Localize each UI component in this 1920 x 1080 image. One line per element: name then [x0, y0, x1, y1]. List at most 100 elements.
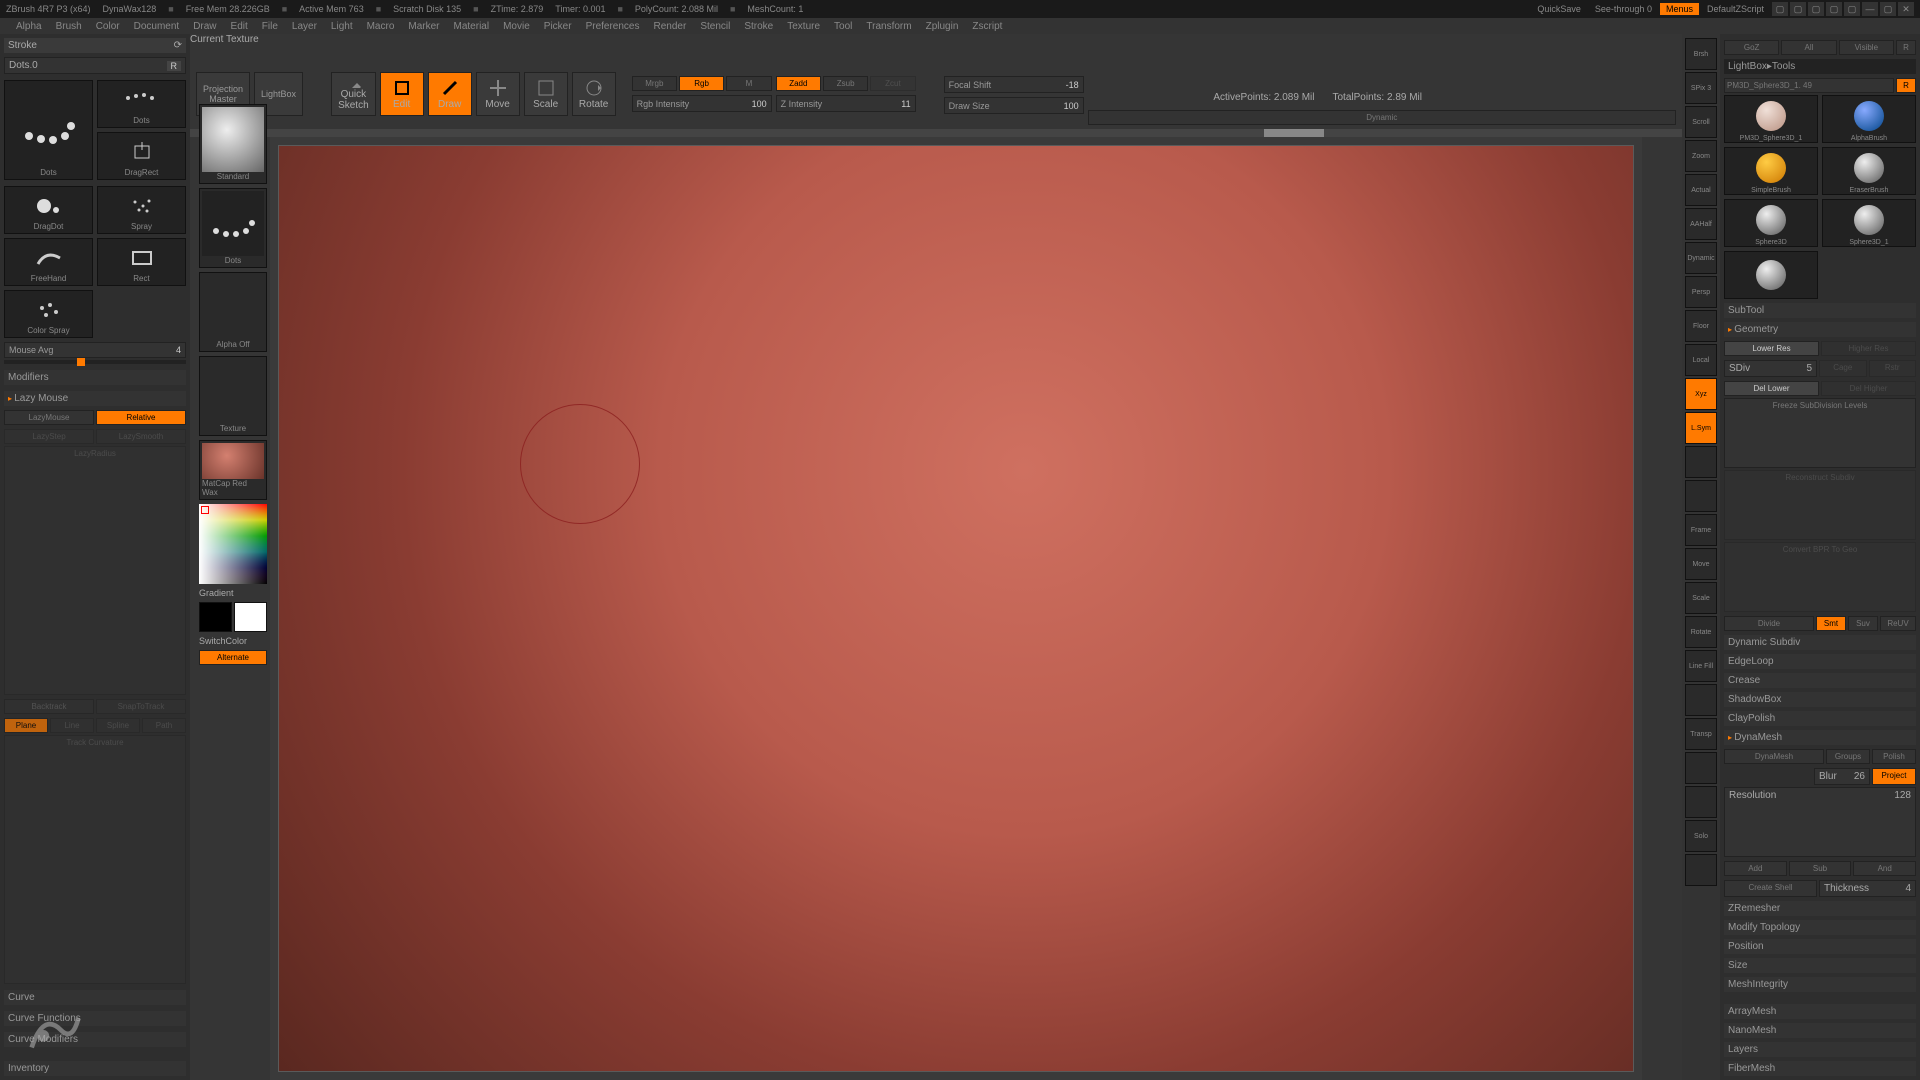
- stroke-freehand[interactable]: FreeHand: [4, 238, 93, 286]
- shelf-rotate[interactable]: Rotate: [1685, 616, 1717, 648]
- mouse-avg-slider[interactable]: Mouse Avg 4: [4, 342, 186, 358]
- menu-item[interactable]: Stencil: [694, 21, 736, 32]
- del-lower-button[interactable]: Del Lower: [1724, 381, 1819, 396]
- stroke-dragrect[interactable]: DragRect: [97, 132, 186, 180]
- edit-button[interactable]: Edit: [380, 72, 424, 116]
- size-section[interactable]: Size: [1724, 958, 1916, 973]
- menu-item[interactable]: Draw: [187, 21, 222, 32]
- shelf-local[interactable]: Local: [1685, 344, 1717, 376]
- rstr-button[interactable]: Rstr: [1869, 360, 1917, 377]
- shelf-actual[interactable]: Actual: [1685, 174, 1717, 206]
- window-button[interactable]: ▢: [1808, 2, 1824, 16]
- menu-item[interactable]: Brush: [50, 21, 88, 32]
- menu-item[interactable]: Movie: [497, 21, 536, 32]
- backtrack-button[interactable]: Backtrack: [4, 699, 94, 714]
- shelf-empty[interactable]: [1685, 480, 1717, 512]
- shelf-solo[interactable]: Solo: [1685, 820, 1717, 852]
- smt-button[interactable]: Smt: [1816, 616, 1846, 631]
- default-zscript[interactable]: DefaultZScript: [1701, 3, 1770, 15]
- modifiers-section[interactable]: Modifiers: [4, 370, 186, 385]
- lazymouse-button[interactable]: LazyMouse: [4, 410, 94, 425]
- quicksave-button[interactable]: QuickSave: [1531, 3, 1587, 15]
- focal-shift-slider[interactable]: Focal Shift -18: [944, 76, 1084, 93]
- resolution-slider[interactable]: Resolution 128: [1724, 787, 1916, 857]
- tool-pm3d[interactable]: PM3D_Sphere3D_1: [1724, 95, 1818, 143]
- window-button[interactable]: ▢: [1772, 2, 1788, 16]
- window-button[interactable]: ▢: [1826, 2, 1842, 16]
- tool-alphabrush[interactable]: AlphaBrush: [1822, 95, 1916, 143]
- suv-button[interactable]: Suv: [1848, 616, 1878, 631]
- texture-cell[interactable]: Texture: [199, 356, 267, 436]
- higher-res-button[interactable]: Higher Res: [1821, 341, 1916, 356]
- stroke-rect[interactable]: Rect: [97, 238, 186, 286]
- refresh-icon[interactable]: ⟳: [174, 40, 182, 51]
- stroke-colorspray[interactable]: Color Spray: [4, 290, 93, 338]
- shelf-scale[interactable]: Scale: [1685, 582, 1717, 614]
- viewport[interactable]: [270, 137, 1642, 1080]
- shelf-empty[interactable]: [1685, 446, 1717, 478]
- mrgb-button[interactable]: Mrgb: [632, 76, 677, 91]
- see-through[interactable]: See-through 0: [1589, 3, 1658, 15]
- shelf-line-fill[interactable]: Line Fill: [1685, 650, 1717, 682]
- shelf-transp[interactable]: Transp: [1685, 718, 1717, 750]
- dots-slider[interactable]: Dots.0 R: [4, 57, 186, 74]
- del-higher-button[interactable]: Del Higher: [1821, 381, 1916, 396]
- r-button[interactable]: R: [167, 61, 182, 71]
- blur-slider[interactable]: Blur 26: [1814, 768, 1870, 785]
- shelf-aahalf[interactable]: AAHalf: [1685, 208, 1717, 240]
- m-button[interactable]: M: [726, 76, 771, 91]
- matcap-cell[interactable]: MatCap Red Wax: [199, 440, 267, 500]
- geometry-section[interactable]: Geometry: [1724, 322, 1916, 337]
- sub-button[interactable]: Sub: [1789, 861, 1852, 876]
- relative-button[interactable]: Relative: [96, 410, 186, 425]
- close-button[interactable]: ✕: [1898, 2, 1914, 16]
- maximize-button[interactable]: ▢: [1880, 2, 1896, 16]
- horizontal-scrollbar[interactable]: [190, 129, 1682, 137]
- alpha-cell[interactable]: Alpha Off: [199, 272, 267, 352]
- create-shell-button[interactable]: Create Shell: [1724, 880, 1817, 897]
- tool-empty[interactable]: [1724, 251, 1818, 299]
- menu-item[interactable]: Macro: [361, 21, 401, 32]
- draw-button[interactable]: Draw: [428, 72, 472, 116]
- menu-item[interactable]: Edit: [225, 21, 254, 32]
- menu-item[interactable]: Marker: [402, 21, 445, 32]
- rgb-intensity-slider[interactable]: Rgb Intensity 100: [632, 95, 772, 112]
- sdiv-slider[interactable]: SDiv 5: [1724, 360, 1817, 377]
- path-button[interactable]: Path: [142, 718, 186, 733]
- shadowbox-section[interactable]: ShadowBox: [1724, 692, 1916, 707]
- shelf-frame[interactable]: Frame: [1685, 514, 1717, 546]
- scale-button[interactable]: Scale: [524, 72, 568, 116]
- inventory-section[interactable]: Inventory: [4, 1061, 186, 1076]
- shelf-l.sym[interactable]: L.Sym: [1685, 412, 1717, 444]
- window-button[interactable]: ▢: [1790, 2, 1806, 16]
- shelf-dynamic[interactable]: Dynamic: [1685, 242, 1717, 274]
- r-button[interactable]: R: [1896, 40, 1916, 55]
- stroke-dots[interactable]: Dots: [4, 80, 93, 180]
- goz-button[interactable]: GoZ: [1724, 40, 1779, 55]
- dots-stroke-cell[interactable]: Dots: [199, 188, 267, 268]
- menu-item[interactable]: File: [256, 21, 284, 32]
- tool-simplebrush[interactable]: SimpleBrush: [1724, 147, 1818, 195]
- shelf-empty[interactable]: [1685, 684, 1717, 716]
- lightbox-tools[interactable]: LightBox▸Tools: [1724, 59, 1916, 74]
- and-button[interactable]: And: [1853, 861, 1916, 876]
- layers-section[interactable]: Layers: [1724, 1042, 1916, 1057]
- line-button[interactable]: Line: [50, 718, 94, 733]
- meshintegrity-section[interactable]: MeshIntegrity: [1724, 977, 1916, 992]
- lazymouse-section[interactable]: Lazy Mouse: [4, 391, 186, 406]
- zsub-button[interactable]: Zsub: [823, 76, 868, 91]
- menu-item[interactable]: Light: [325, 21, 359, 32]
- z-intensity-slider[interactable]: Z Intensity 11: [776, 95, 916, 112]
- dynamic-button[interactable]: Dynamic: [1088, 110, 1676, 125]
- menus-button[interactable]: Menus: [1660, 3, 1699, 15]
- project-button[interactable]: Project: [1872, 768, 1916, 785]
- tool-name[interactable]: PM3D_Sphere3D_1. 49: [1724, 78, 1894, 93]
- convert-bpr-button[interactable]: Convert BPR To Geo: [1724, 542, 1916, 612]
- tool-sphere3d-1[interactable]: Sphere3D_1: [1822, 199, 1916, 247]
- tool-sphere3d[interactable]: Sphere3D: [1724, 199, 1818, 247]
- rgb-button[interactable]: Rgb: [679, 76, 724, 91]
- thickness-slider[interactable]: Thickness 4: [1819, 880, 1916, 897]
- shelf-spix-3[interactable]: SPix 3: [1685, 72, 1717, 104]
- shelf-zoom[interactable]: Zoom: [1685, 140, 1717, 172]
- fibermesh-section[interactable]: FiberMesh: [1724, 1061, 1916, 1076]
